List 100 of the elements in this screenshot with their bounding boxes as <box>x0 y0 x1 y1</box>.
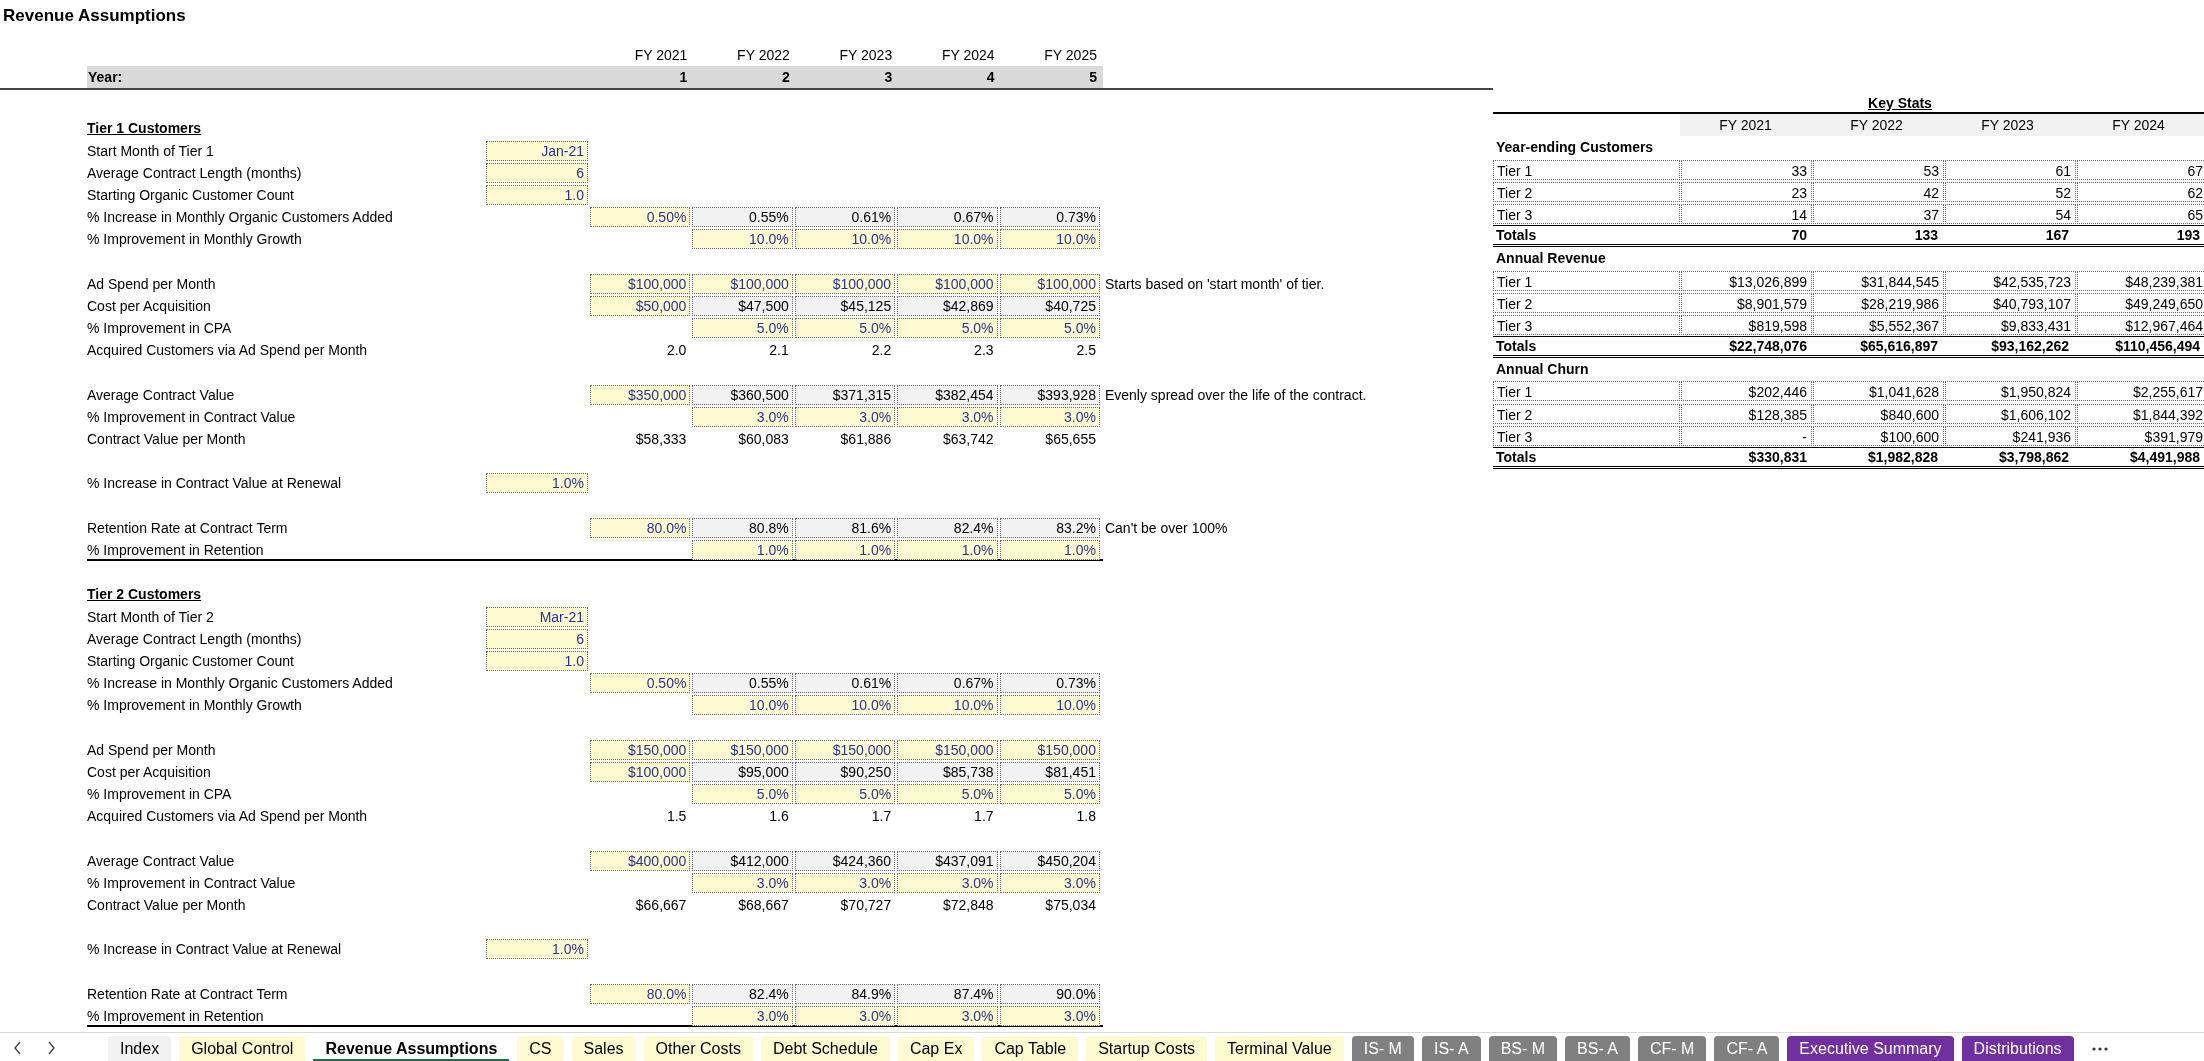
panel-title: Key Stats <box>1867 94 1933 113</box>
sheet-tab[interactable]: IS- M <box>1351 1036 1414 1061</box>
row-label: % Improvement in CPA <box>87 786 232 802</box>
table-cell: 0.73% <box>999 673 1100 694</box>
table-cell: 52 <box>1945 181 2076 202</box>
table-cell: $150,000 <box>590 739 691 760</box>
total-cell-text: $22,748,076 <box>1728 337 1808 356</box>
table-cell: 0.67% <box>897 207 998 228</box>
table-cell-text: $60,083 <box>737 430 790 449</box>
table-cell: $13,026,899 <box>1681 270 1812 291</box>
table-cell: $49,249,650 <box>2077 292 2204 313</box>
table-cell: 62 <box>2077 181 2204 202</box>
table-cell: 0.61% <box>794 673 896 694</box>
table-cell: $50,000 <box>590 295 691 316</box>
sheet-tab[interactable]: CS <box>517 1036 564 1061</box>
row-label: Average Contract Value <box>87 386 235 403</box>
table-cell: 3.0% <box>999 872 1100 893</box>
sheet-tab[interactable]: Cap Table <box>982 1036 1079 1061</box>
table-cell: 1.0 <box>486 184 588 205</box>
table-cell: 5.0% <box>794 318 896 339</box>
table-cell: 0.50% <box>590 673 691 694</box>
table-cell: $100,000 <box>897 273 998 294</box>
section-title: Tier 1 Customers <box>87 120 202 137</box>
table-cell: 54 <box>1945 203 2076 224</box>
table-cell-text: $66,667 <box>634 895 688 915</box>
table-cell: 61 <box>1945 159 2076 180</box>
table-cell: 84.9% <box>794 983 896 1004</box>
sheet-tab[interactable]: CF- A <box>1714 1036 1780 1061</box>
table-cell: $40,725 <box>999 295 1100 316</box>
row-label: % Increase in Monthly Organic Customers Added <box>87 675 393 692</box>
table-cell-text: 2.0 <box>665 341 688 361</box>
row-label: Average Contract Value <box>87 852 235 869</box>
row-label: Start Month of Tier 2 <box>87 608 214 625</box>
table-cell: $450,204 <box>999 850 1100 871</box>
row-label: Tier 1 <box>1493 159 1680 180</box>
table-cell: 10.0% <box>692 229 793 250</box>
table-cell-text: 2.3 <box>973 341 995 361</box>
table-cell: $100,000 <box>590 761 691 782</box>
table-cell: 10.0% <box>692 695 793 716</box>
group-title: Annual Churn <box>1495 360 1589 380</box>
table-cell: $400,000 <box>590 850 691 871</box>
column-header: FY 2022 <box>736 46 791 65</box>
sheet-tab[interactable]: Sales <box>571 1036 636 1061</box>
sheet-tab[interactable]: Index <box>108 1036 172 1061</box>
row-label: Ad Spend per Month <box>87 741 216 758</box>
table-cell-text: 1.5 <box>665 807 688 827</box>
sheet-tab[interactable]: BS- M <box>1488 1036 1558 1061</box>
column-header: FY 2022 <box>1811 114 1942 137</box>
table-cell: 10.0% <box>999 229 1100 250</box>
table-cell: 0.55% <box>692 673 793 694</box>
note-text: Starts based on 'start month' of tier. <box>1103 274 1325 294</box>
column-header: FY 2021 <box>1680 114 1811 137</box>
year-number: 1 <box>678 68 689 88</box>
table-cell: $100,000 <box>590 273 691 294</box>
table-cell: 6 <box>486 628 588 649</box>
sheet-tab[interactable]: Terminal Value <box>1215 1036 1344 1061</box>
sheet-tab[interactable]: Global Control <box>179 1036 306 1061</box>
row-label: Year: <box>87 69 123 86</box>
table-cell: 5.0% <box>897 318 998 339</box>
chevron-left-icon <box>12 1041 22 1055</box>
table-cell: 1.0 <box>486 650 588 671</box>
table-cell: 6 <box>486 162 588 183</box>
sheet-tab[interactable]: Startup Costs <box>1086 1036 1208 1061</box>
row-label: Contract Value per Month <box>87 431 246 447</box>
table-cell: $42,535,723 <box>1945 270 2076 291</box>
table-cell: $2,255,617 <box>2077 381 2204 402</box>
sheet-tab[interactable]: IS- A <box>1421 1036 1481 1061</box>
table-cell: 3.0% <box>999 1005 1100 1026</box>
table-cell: 10.0% <box>794 695 896 716</box>
table-cell: 1.0% <box>486 473 588 494</box>
table-cell-text: $63,742 <box>941 430 995 449</box>
table-cell: 0.73% <box>999 207 1100 228</box>
row-label: Acquired Customers via Ad Spend per Month <box>87 342 368 359</box>
sheet-tab[interactable]: Other Costs <box>643 1036 753 1061</box>
sheet-tab[interactable]: Debt Schedule <box>760 1036 890 1061</box>
table-cell: $100,000 <box>999 273 1100 294</box>
table-cell: 3.0% <box>897 406 998 427</box>
column-header: FY 2021 <box>633 46 689 65</box>
sheet-tab[interactable]: Executive Summary <box>1787 1036 1954 1061</box>
year-number: 4 <box>985 68 996 88</box>
sheet-tab[interactable]: Distributions <box>1961 1036 2074 1061</box>
table-cell: 3.0% <box>794 1005 896 1026</box>
table-cell: 23 <box>1681 181 1812 202</box>
table-cell: $28,219,986 <box>1813 292 1944 313</box>
table-cell: $85,738 <box>897 761 998 782</box>
table-cell: 87.4% <box>897 983 998 1004</box>
table-cell: $150,000 <box>794 739 896 760</box>
table-cell: 1.0% <box>794 539 896 560</box>
table-cell: $40,793,107 <box>1945 292 2076 313</box>
table-cell: 0.61% <box>794 207 896 228</box>
total-cell-text: $93,162,262 <box>1990 337 2070 356</box>
row-label: Average Contract Length (months) <box>87 164 302 181</box>
column-header: FY 2024 <box>940 46 996 65</box>
table-cell-text: $61,886 <box>839 430 893 449</box>
sheet-tab[interactable]: CF- M <box>1638 1036 1707 1061</box>
table-cell: $47,500 <box>692 295 793 316</box>
sheet-tab[interactable]: BS- A <box>1565 1036 1630 1061</box>
column-header: FY 2024 <box>2073 114 2204 137</box>
sheet-tab[interactable]: Cap Ex <box>897 1036 975 1061</box>
table-cell: 1.0% <box>486 939 588 960</box>
